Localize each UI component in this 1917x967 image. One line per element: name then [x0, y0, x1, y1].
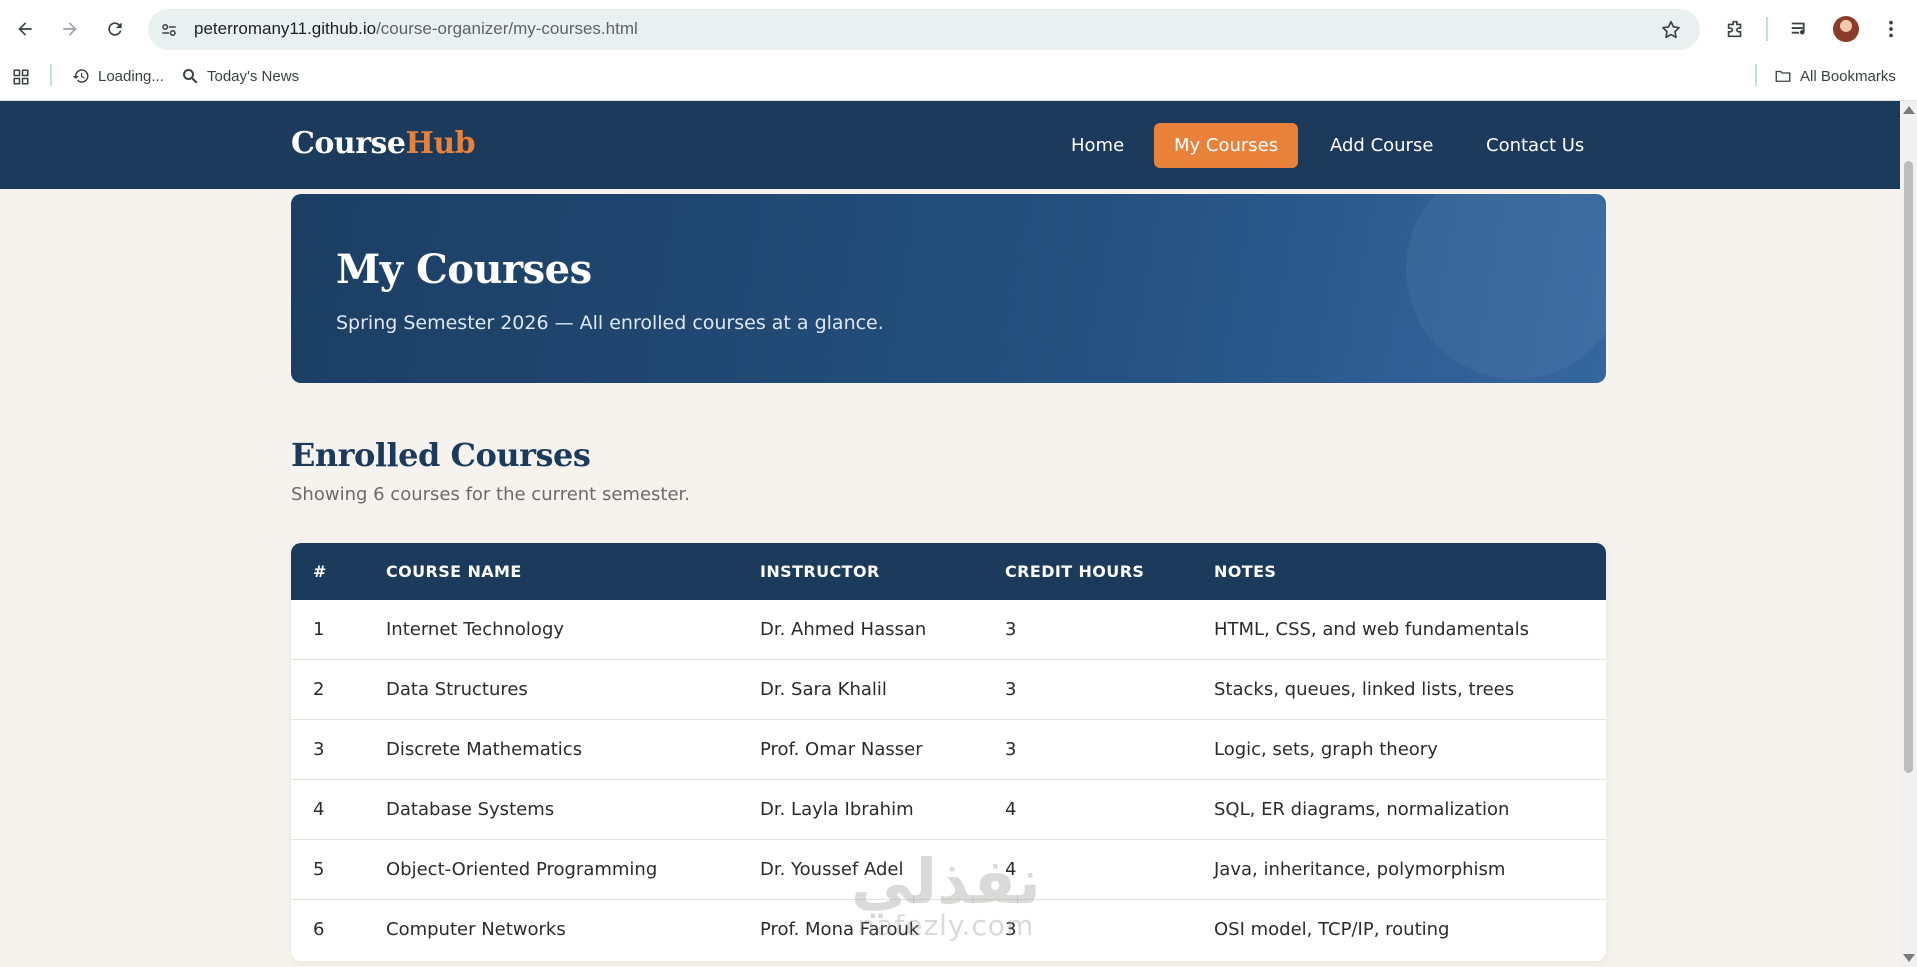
forward-button[interactable] — [55, 14, 85, 44]
column-header-course-name: COURSE NAME — [386, 562, 522, 581]
cell-course-name: Computer Networks — [386, 919, 566, 940]
browser-toolbar: peterromany11.github.io/course-organizer… — [0, 0, 1917, 58]
logo-accent-text: Hub — [405, 126, 476, 161]
all-bookmarks-label: All Bookmarks — [1800, 67, 1896, 85]
address-bar[interactable]: peterromany11.github.io/course-organizer… — [148, 9, 1700, 50]
cell-number: 6 — [313, 919, 325, 940]
bookmarks-divider — [1755, 64, 1757, 86]
bookmark-loading[interactable]: Loading... — [72, 67, 164, 85]
site-header: CourseHub Home My Courses Add Course Con… — [0, 101, 1900, 189]
cell-notes: SQL, ER diagrams, normalization — [1214, 799, 1510, 820]
section-title: Enrolled Courses — [291, 436, 591, 474]
url-text: peterromany11.github.io/course-organizer… — [194, 19, 638, 39]
page-scrollbar[interactable] — [1900, 101, 1917, 967]
page-subtitle: Spring Semester 2026 — All enrolled cour… — [336, 312, 884, 334]
toolbar-divider — [1766, 17, 1768, 41]
scroll-up-arrow-icon[interactable] — [1903, 106, 1915, 114]
cell-number: 1 — [313, 619, 325, 640]
cell-credit-hours: 3 — [1005, 919, 1017, 940]
cell-course-name: Database Systems — [386, 799, 555, 820]
browser-chrome: peterromany11.github.io/course-organizer… — [0, 0, 1917, 101]
arrow-left-icon — [18, 22, 32, 36]
page-title: My Courses — [336, 246, 592, 293]
bookmark-label: Loading... — [98, 67, 164, 85]
table-row: 4 Database Systems Dr. Layla Ibrahim 4 S… — [291, 780, 1606, 840]
cell-notes: OSI model, TCP/IP, routing — [1214, 919, 1450, 940]
cell-credit-hours: 3 — [1005, 679, 1017, 700]
bookmark-star-icon[interactable] — [1660, 19, 1682, 41]
cell-notes: Logic, sets, graph theory — [1214, 739, 1438, 760]
cell-credit-hours: 3 — [1005, 619, 1017, 640]
url-path: /course-organizer/my-courses.html — [376, 19, 638, 38]
cell-instructor: Prof. Mona Farouk — [760, 919, 920, 940]
cell-credit-hours: 4 — [1005, 859, 1017, 880]
folder-icon — [1775, 70, 1791, 82]
nav-contact-us[interactable]: Contact Us — [1466, 123, 1604, 168]
cell-number: 5 — [313, 859, 325, 880]
site-settings-icon[interactable] — [158, 19, 180, 41]
more-menu-icon[interactable] — [1878, 16, 1904, 42]
logo-main-text: Course — [291, 126, 406, 161]
cell-number: 2 — [313, 679, 325, 700]
cell-instructor: Dr. Youssef Adel — [760, 859, 904, 880]
cell-number: 3 — [313, 739, 325, 760]
nav-my-courses[interactable]: My Courses — [1154, 123, 1299, 168]
cell-notes: Java, inheritance, polymorphism — [1214, 859, 1506, 880]
cell-notes: Stacks, queues, linked lists, trees — [1214, 679, 1515, 700]
media-controls-icon[interactable] — [1787, 16, 1813, 42]
scroll-down-arrow-icon[interactable] — [1903, 954, 1915, 962]
table-row: 1 Internet Technology Dr. Ahmed Hassan 3… — [291, 600, 1606, 660]
apps-icon[interactable] — [12, 68, 30, 86]
table-row: 3 Discrete Mathematics Prof. Omar Nasser… — [291, 720, 1606, 780]
cell-course-name: Discrete Mathematics — [386, 739, 583, 760]
url-host: peterromany11.github.io — [194, 19, 377, 38]
hero-banner: My Courses Spring Semester 2026 — All en… — [291, 194, 1606, 383]
all-bookmarks-button[interactable]: All Bookmarks — [1774, 67, 1896, 85]
arrow-right-icon — [63, 22, 77, 36]
bookmark-todays-news[interactable]: Today's News — [181, 67, 299, 85]
cell-instructor: Dr. Ahmed Hassan — [760, 619, 927, 640]
table-row: 2 Data Structures Dr. Sara Khalil 3 Stac… — [291, 660, 1606, 720]
reload-icon — [108, 22, 122, 36]
site-logo[interactable]: CourseHub — [291, 126, 476, 161]
cell-instructor: Dr. Layla Ibrahim — [760, 799, 914, 820]
cell-course-name: Internet Technology — [386, 619, 565, 640]
bookmarks-bar: Loading... Today's News All Bookmarks — [0, 58, 1917, 100]
table-row: 6 Computer Networks Prof. Mona Farouk 3 … — [291, 900, 1606, 960]
bookmarks-divider — [50, 64, 52, 86]
bookmark-label: Today's News — [207, 67, 300, 85]
cell-instructor: Dr. Sara Khalil — [760, 679, 887, 700]
search-icon — [183, 69, 198, 84]
extensions-icon[interactable] — [1722, 16, 1748, 42]
column-header-instructor: INSTRUCTOR — [760, 562, 880, 581]
reload-button[interactable] — [100, 14, 130, 44]
history-icon — [72, 69, 89, 83]
cell-number: 4 — [313, 799, 325, 820]
cell-credit-hours: 3 — [1005, 739, 1017, 760]
column-header-number: # — [313, 562, 327, 581]
section-subtitle: Showing 6 courses for the current semest… — [291, 484, 690, 505]
courses-table: # COURSE NAME INSTRUCTOR CREDIT HOURS NO… — [291, 543, 1606, 961]
nav-home[interactable]: Home — [1051, 123, 1144, 168]
cell-instructor: Prof. Omar Nasser — [760, 739, 923, 760]
hero-decoration — [1406, 194, 1606, 379]
table-header: # COURSE NAME INSTRUCTOR CREDIT HOURS NO… — [291, 543, 1606, 600]
back-button[interactable] — [10, 14, 40, 44]
scroll-thumb[interactable] — [1904, 161, 1913, 773]
cell-notes: HTML, CSS, and web fundamentals — [1214, 619, 1530, 640]
column-header-credit-hours: CREDIT HOURS — [1005, 562, 1145, 581]
nav-add-course[interactable]: Add Course — [1310, 123, 1453, 168]
profile-avatar[interactable] — [1833, 16, 1859, 42]
column-header-notes: NOTES — [1214, 562, 1277, 581]
table-row: 5 Object-Oriented Programming Dr. Yousse… — [291, 840, 1606, 900]
page-viewport: CourseHub Home My Courses Add Course Con… — [0, 101, 1900, 967]
cell-course-name: Object-Oriented Programming — [386, 859, 658, 880]
cell-course-name: Data Structures — [386, 679, 528, 700]
cell-credit-hours: 4 — [1005, 799, 1017, 820]
